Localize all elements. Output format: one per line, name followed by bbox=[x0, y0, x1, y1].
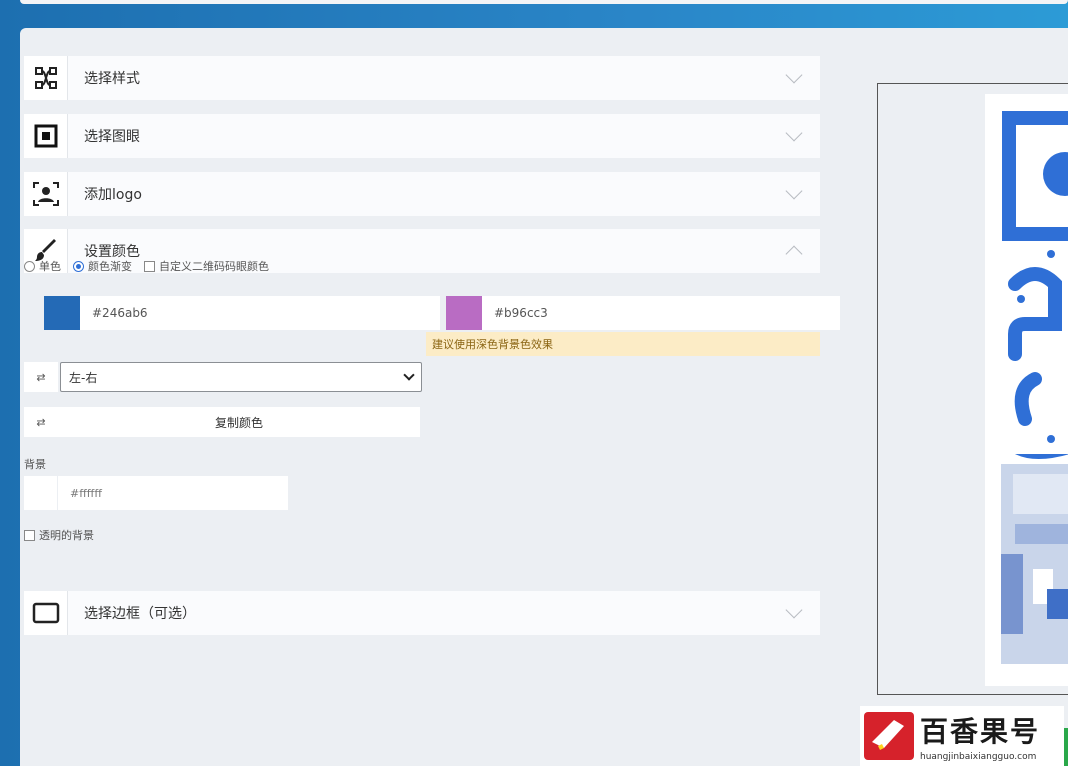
custom-eye-color-option[interactable]: 自定义二维码码眼颜色 bbox=[144, 258, 269, 274]
copy-icon: ⇄ bbox=[24, 407, 58, 437]
copy-color-button[interactable]: 复制颜色 bbox=[58, 407, 420, 437]
accordion-style-label: 选择样式 bbox=[84, 71, 140, 87]
background-input[interactable]: #ffffff bbox=[58, 476, 288, 510]
butterfly-pattern-icon bbox=[24, 56, 68, 100]
custom-eye-color-checkbox[interactable] bbox=[144, 260, 155, 272]
mode-gradient-option[interactable]: 颜色渐变 bbox=[73, 258, 132, 274]
background-swatch[interactable] bbox=[24, 476, 58, 510]
gradient-direction-icon: ⇄ bbox=[24, 362, 58, 392]
mode-gradient-label: 颜色渐变 bbox=[88, 260, 132, 273]
square-eye-icon bbox=[24, 114, 68, 158]
color2-input[interactable]: #b96cc3 bbox=[482, 296, 840, 330]
accordion-style[interactable]: 选择样式 bbox=[24, 56, 820, 100]
color2-field[interactable]: #b96cc3 bbox=[446, 296, 840, 330]
color-warning: 建议使用深色背景色效果 bbox=[426, 332, 820, 356]
chevron-down-icon bbox=[785, 124, 803, 142]
background-label: 背景 bbox=[24, 458, 46, 471]
qr-code-preview bbox=[985, 94, 1068, 686]
edge-strip bbox=[1064, 728, 1068, 766]
accordion-frame[interactable]: 选择边框（可选） bbox=[24, 591, 820, 635]
top-bar bbox=[20, 0, 1068, 4]
chevron-down-icon bbox=[785, 601, 803, 619]
color1-input[interactable]: #246ab6 bbox=[80, 296, 440, 330]
transparent-bg-label: 透明的背景 bbox=[39, 529, 94, 542]
chevron-down-icon bbox=[785, 66, 803, 84]
color-mode-options: 单色 颜色渐变 自定义二维码码眼颜色 bbox=[24, 258, 269, 274]
chevron-down-icon bbox=[403, 369, 415, 381]
gradient-direction-select[interactable]: 左-右 bbox=[60, 362, 422, 392]
watermark-logo bbox=[864, 712, 914, 760]
watermark-url: huangjinbaixiangguo.com bbox=[920, 752, 1037, 762]
background-field[interactable]: #ffffff bbox=[24, 476, 288, 510]
rectangle-frame-icon bbox=[24, 591, 68, 635]
accordion-eye[interactable]: 选择图眼 bbox=[24, 114, 820, 158]
accordion-eye-label: 选择图眼 bbox=[84, 129, 140, 145]
color1-swatch[interactable] bbox=[44, 296, 80, 330]
gradient-direction-value: 左-右 bbox=[69, 370, 98, 385]
transparent-bg-checkbox[interactable] bbox=[24, 529, 35, 541]
color2-swatch[interactable] bbox=[446, 296, 482, 330]
transparent-bg-option[interactable]: 透明的背景 bbox=[24, 527, 94, 543]
radio-gradient[interactable] bbox=[73, 260, 84, 272]
accordion-logo-label: 添加logo bbox=[84, 187, 142, 203]
watermark: 百香果号 huangjinbaixiangguo.com bbox=[860, 706, 1064, 766]
custom-eye-color-label: 自定义二维码码眼颜色 bbox=[159, 260, 269, 273]
radio-single[interactable] bbox=[24, 260, 35, 272]
color1-field[interactable]: #246ab6 bbox=[44, 296, 440, 330]
mode-single-option[interactable]: 单色 bbox=[24, 258, 61, 274]
mode-single-label: 单色 bbox=[39, 260, 61, 273]
chevron-down-icon bbox=[785, 182, 803, 200]
watermark-title: 百香果号 bbox=[920, 715, 1041, 748]
chevron-up-icon bbox=[785, 245, 803, 263]
accordion-frame-label: 选择边框（可选） bbox=[84, 606, 196, 622]
user-portrait-icon bbox=[24, 172, 68, 216]
accordion-logo[interactable]: 添加logo bbox=[24, 172, 820, 216]
